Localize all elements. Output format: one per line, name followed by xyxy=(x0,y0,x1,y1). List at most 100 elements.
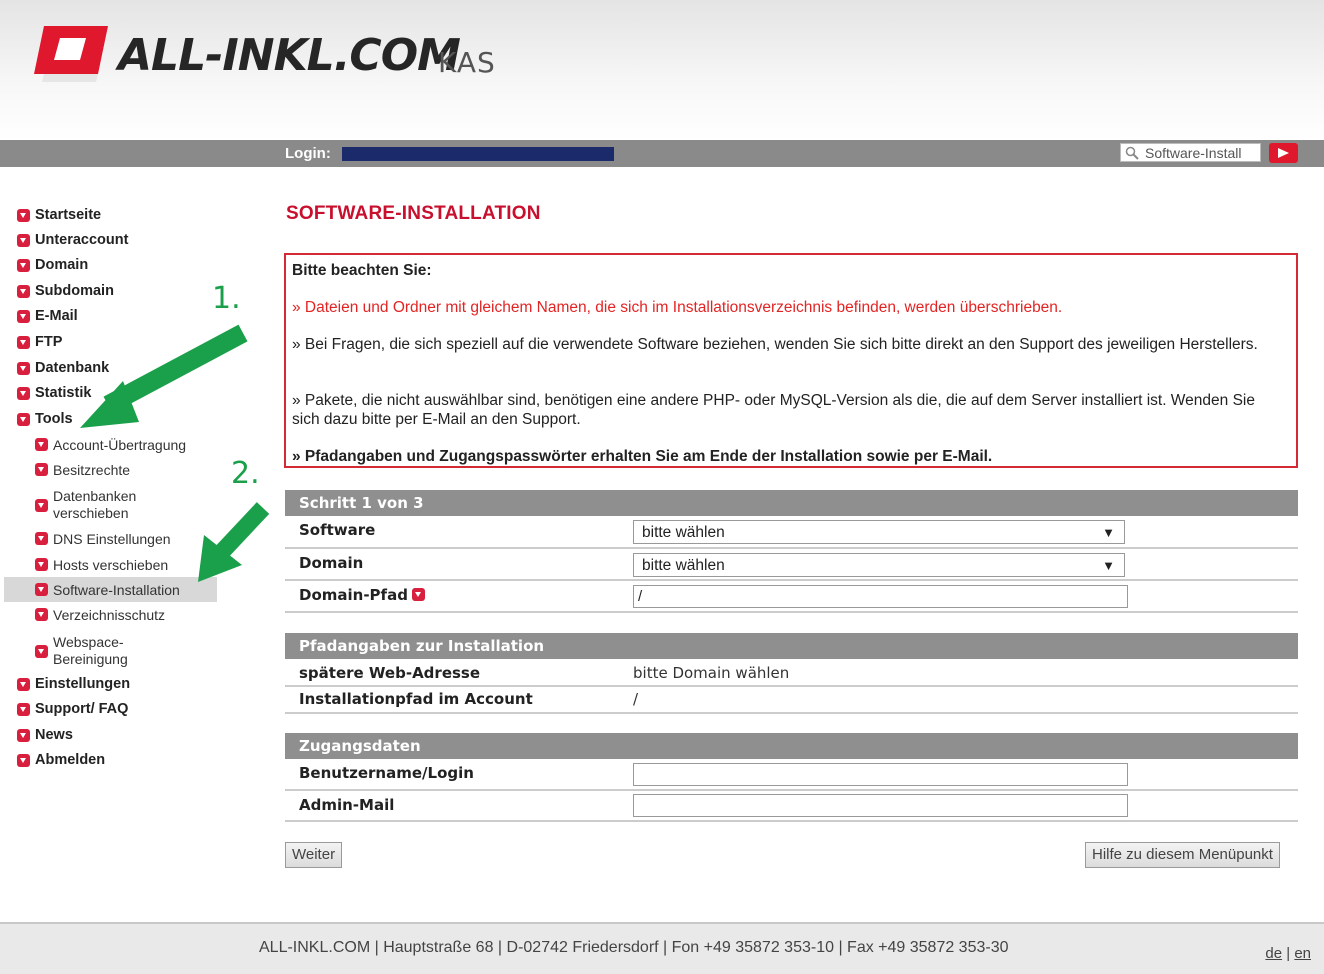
sidebar-item-subdomain[interactable]: Subdomain xyxy=(17,283,114,300)
page-header: ALL-INKL.COM KAS xyxy=(0,0,1324,140)
all-inkl-logo[interactable] xyxy=(34,26,108,82)
username-row: Benutzername/Login xyxy=(285,759,1298,791)
domain-path-label: Domain-Pfad xyxy=(299,586,425,604)
sidebar-subitem-account-uebertragung[interactable]: Account-Übertragung xyxy=(35,437,186,454)
sidebar-subitem-software-installation[interactable]: Software-Installation xyxy=(35,582,180,599)
notice-support-hint: » Bei Fragen, die sich speziell auf die … xyxy=(292,336,1258,353)
nav-bullet-icon xyxy=(35,499,48,512)
annotation-step-1: 1. xyxy=(212,281,241,316)
sidebar-item-datenbank[interactable]: Datenbank xyxy=(17,360,109,377)
section-step-header: Schritt 1 von 3 xyxy=(285,490,1298,516)
domain-select[interactable]: bitte wählen ▼ xyxy=(633,553,1125,577)
next-button[interactable]: Weiter xyxy=(285,842,343,868)
help-button[interactable]: Hilfe zu diesem Menüpunkt xyxy=(1085,842,1280,868)
play-arrow-icon xyxy=(1278,148,1289,158)
nav-bullet-icon xyxy=(17,387,30,400)
login-label: Login: xyxy=(285,145,331,162)
web-address-row: spätere Web-Adresse bitte Domain wählen xyxy=(285,659,1298,687)
section-credentials-header: Zugangsdaten xyxy=(285,733,1298,759)
help-icon[interactable] xyxy=(411,588,425,601)
quick-search-placeholder: Software-Install xyxy=(1145,145,1242,161)
admin-mail-input[interactable] xyxy=(633,794,1128,817)
sidebar-item-ftp[interactable]: FTP xyxy=(17,334,62,351)
arrow-1-icon xyxy=(80,324,248,428)
notice-heading: Bitte beachten Sie: xyxy=(292,262,432,279)
nav-bullet-icon xyxy=(35,532,48,545)
nav-bullet-icon xyxy=(17,729,30,742)
nav-bullet-icon xyxy=(17,362,30,375)
nav-bullet-icon xyxy=(17,310,30,323)
nav-bullet-icon xyxy=(35,558,48,571)
brand-name: ALL-INKL.COM xyxy=(118,30,461,81)
username-label: Benutzername/Login xyxy=(299,764,474,782)
sidebar-subitem-verzeichnisschutz[interactable]: Verzeichnisschutz xyxy=(35,607,165,624)
software-label: Software xyxy=(299,521,376,539)
sidebar-subitem-hosts-verschieben[interactable]: Hosts verschieben xyxy=(35,557,168,574)
nav-bullet-icon xyxy=(17,285,30,298)
install-path-row: Installationpfad im Account / xyxy=(285,687,1298,714)
dropdown-arrow-icon: ▼ xyxy=(1102,558,1115,573)
nav-bullet-icon xyxy=(35,645,48,658)
sidebar-item-domain[interactable]: Domain xyxy=(17,257,88,274)
nav-bullet-icon xyxy=(17,754,30,767)
domain-path-input[interactable]: / xyxy=(633,585,1128,608)
username-input[interactable] xyxy=(633,763,1128,786)
nav-bullet-icon xyxy=(17,413,30,426)
admin-mail-label: Admin-Mail xyxy=(299,796,395,814)
annotation-step-2: 2. xyxy=(231,456,260,491)
language-switch: de | en xyxy=(1265,945,1311,962)
install-path-label: Installationpfad im Account xyxy=(299,690,533,708)
notice-warning: » Dateien und Ordner mit gleichem Namen,… xyxy=(292,299,1063,316)
product-name: KAS xyxy=(438,46,496,79)
domain-label: Domain xyxy=(299,554,364,572)
web-address-label: spätere Web-Adresse xyxy=(299,664,481,682)
install-path-value: / xyxy=(633,690,639,708)
software-row: Software bitte wählen ▼ xyxy=(285,516,1298,549)
sidebar-subitem-webspace-bereinigung[interactable]: Webspace-Bereinigung xyxy=(35,634,155,668)
sidebar-item-email[interactable]: E-Mail xyxy=(17,308,78,325)
nav-bullet-icon xyxy=(17,209,30,222)
sidebar-item-support-faq[interactable]: Support/ FAQ xyxy=(17,701,128,718)
sidebar-item-startseite[interactable]: Startseite xyxy=(17,207,101,224)
nav-bullet-icon xyxy=(17,336,30,349)
domain-path-row: Domain-Pfad / xyxy=(285,581,1298,613)
notice-box: Bitte beachten Sie: » Dateien und Ordner… xyxy=(284,253,1298,468)
nav-bullet-icon xyxy=(35,463,48,476)
nav-bullet-icon xyxy=(17,703,30,716)
software-select[interactable]: bitte wählen ▼ xyxy=(633,520,1125,544)
sidebar-item-unteraccount[interactable]: Unteraccount xyxy=(17,232,128,249)
lang-de-link[interactable]: de xyxy=(1265,945,1282,962)
sidebar-subitem-besitzrechte[interactable]: Besitzrechte xyxy=(35,462,130,479)
sidebar-item-einstellungen[interactable]: Einstellungen xyxy=(17,676,130,693)
notice-credentials-hint: » Pfadangaben und Zugangspasswörter erha… xyxy=(292,448,993,465)
quick-search-input[interactable]: Software-Install xyxy=(1120,143,1261,162)
notice-version-hint: » Pakete, die nicht auswählbar sind, ben… xyxy=(292,392,1255,428)
nav-bullet-icon xyxy=(17,259,30,272)
dropdown-arrow-icon: ▼ xyxy=(1102,525,1115,540)
sidebar-item-abmelden[interactable]: Abmelden xyxy=(17,752,105,769)
login-redacted xyxy=(342,147,614,161)
sidebar-subitem-dns-einstellungen[interactable]: DNS Einstellungen xyxy=(35,531,171,548)
web-address-value: bitte Domain wählen xyxy=(633,664,790,682)
nav-bullet-icon xyxy=(17,678,30,691)
section-paths-header: Pfadangaben zur Installation xyxy=(285,633,1298,659)
lang-en-link[interactable]: en xyxy=(1294,945,1311,962)
nav-bullet-icon xyxy=(35,608,48,621)
sidebar-subitem-datenbanken-verschieben[interactable]: Datenbanken verschieben xyxy=(35,488,165,522)
domain-row: Domain bitte wählen ▼ xyxy=(285,549,1298,581)
login-bar: Login: Software-Install xyxy=(0,140,1324,167)
sidebar-item-tools[interactable]: Tools xyxy=(17,411,73,428)
search-icon xyxy=(1125,146,1139,161)
nav-bullet-icon xyxy=(35,438,48,451)
sidebar-item-statistik[interactable]: Statistik xyxy=(17,385,91,402)
admin-mail-row: Admin-Mail xyxy=(285,791,1298,822)
search-go-button[interactable] xyxy=(1269,143,1298,163)
arrow-2-icon xyxy=(198,502,270,582)
page-footer: ALL-INKL.COM | Hauptstraße 68 | D-02742 … xyxy=(0,922,1324,974)
lang-separator: | xyxy=(1286,945,1291,962)
footer-address: ALL-INKL.COM | Hauptstraße 68 | D-02742 … xyxy=(259,939,1009,956)
nav-bullet-icon xyxy=(35,583,48,596)
sidebar-item-news[interactable]: News xyxy=(17,727,73,744)
page-title: SOFTWARE-INSTALLATION xyxy=(286,203,541,224)
nav-bullet-icon xyxy=(17,234,30,247)
